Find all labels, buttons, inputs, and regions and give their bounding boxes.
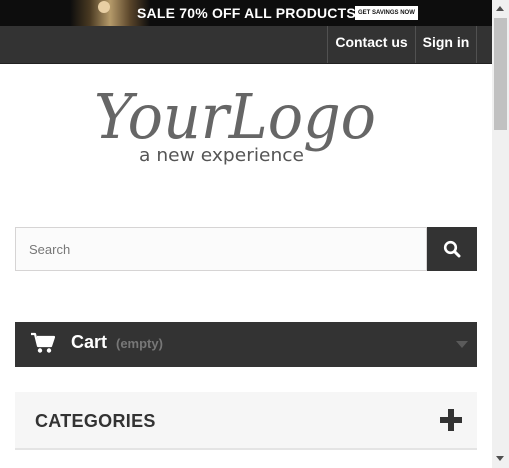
- get-savings-button[interactable]: GET SAVINGS NOW: [355, 6, 418, 20]
- logo-script-text: YourLogo: [94, 82, 376, 153]
- shopping-cart-icon: [31, 332, 55, 353]
- cart-label: Cart: [71, 332, 108, 352]
- search-icon: [443, 240, 461, 258]
- search-input[interactable]: [15, 227, 427, 271]
- caret-down-icon: [456, 341, 468, 348]
- plus-icon[interactable]: [440, 409, 462, 431]
- categories-block[interactable]: CATEGORIES: [15, 392, 477, 450]
- page-viewport: SALE 70% OFF ALL PRODUCTS GET SAVINGS NO…: [0, 0, 492, 468]
- top-nav-bar: Contact us Sign in: [0, 26, 492, 64]
- promo-banner[interactable]: SALE 70% OFF ALL PRODUCTS GET SAVINGS NO…: [0, 0, 492, 26]
- cart-quantity: (empty): [116, 336, 163, 351]
- cart-block[interactable]: Cart (empty): [15, 322, 477, 367]
- categories-title: CATEGORIES: [35, 411, 156, 431]
- scroll-thumb[interactable]: [494, 18, 507, 130]
- contact-us-link[interactable]: Contact us: [327, 26, 415, 63]
- store-logo[interactable]: YourLogo a new experience: [90, 82, 390, 172]
- scroll-down-arrow-icon[interactable]: [496, 456, 504, 461]
- sign-in-link[interactable]: Sign in: [415, 26, 477, 63]
- scroll-up-arrow-icon[interactable]: [496, 6, 504, 11]
- banner-sale-text: SALE 70% OFF ALL PRODUCTS: [137, 5, 356, 21]
- search-button[interactable]: [427, 227, 477, 271]
- vertical-scrollbar[interactable]: [492, 0, 509, 468]
- logo-tagline: a new experience: [139, 145, 304, 166]
- banner-model-head: [98, 1, 110, 13]
